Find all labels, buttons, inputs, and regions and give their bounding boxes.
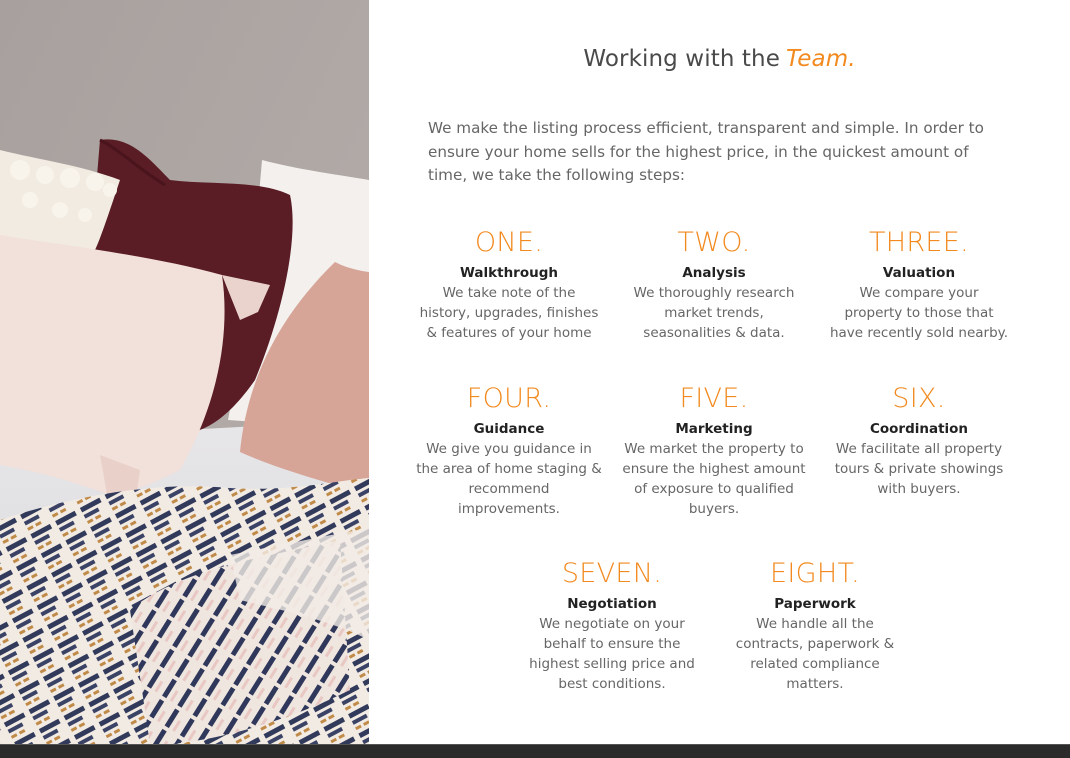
step-description: We handle all the contracts, paperwork &… (715, 614, 915, 694)
title-main: Working with the (583, 46, 780, 72)
step-name: Marketing (675, 421, 753, 437)
desc-line: with buyers. (877, 481, 961, 497)
desc-line: market trends, (664, 305, 764, 321)
desc-line: tours & private showings (834, 461, 1004, 477)
step-five: FIVE. Marketing We market the property t… (614, 383, 814, 519)
step-number: FIVE. (679, 383, 749, 414)
desc-line: have recently sold nearby. (829, 325, 1009, 341)
step-description: We facilitate all property tours & priva… (819, 439, 1019, 499)
intro-paragraph: We make the listing process efficient, t… (428, 119, 984, 184)
step-six: SIX. Coordination We facilitate all prop… (819, 383, 1019, 499)
step-number: SIX. (892, 383, 946, 414)
desc-line: We facilitate all property (835, 441, 1003, 457)
bottom-bar (0, 744, 1070, 758)
pillows-illustration (0, 0, 369, 744)
step-description: We give you guidance in the area of home… (409, 439, 609, 519)
desc-line: matters. (786, 676, 844, 692)
desc-line: contracts, paperwork & (735, 636, 895, 652)
desc-line: property to those that (844, 305, 994, 321)
desc-line: history, upgrades, finishes (419, 305, 599, 321)
step-name: Valuation (882, 265, 956, 281)
desc-line: ensure the highest amount (622, 461, 806, 477)
desc-line: We negotiate on your (539, 616, 685, 632)
desc-line: seasonalities & data. (643, 325, 785, 341)
desc-line: We handle all the (756, 616, 874, 632)
desc-line: improvements. (458, 501, 560, 517)
step-number: THREE. (868, 227, 970, 258)
desc-line: We compare your (859, 285, 979, 301)
desc-line: We thoroughly research (633, 285, 795, 301)
step-number: FOUR. (466, 383, 552, 414)
step-description: We negotiate on your behalf to ensure th… (512, 614, 712, 694)
step-one: ONE. Walkthrough We take note of the his… (409, 227, 609, 343)
step-name: Walkthrough (459, 265, 558, 281)
desc-line: highest selling price and (529, 656, 695, 672)
step-name: Paperwork (774, 596, 856, 612)
desc-line: behalf to ensure the (543, 636, 681, 652)
step-number: SEVEN. (561, 558, 663, 589)
step-two: TWO. Analysis We thoroughly research mar… (614, 227, 814, 343)
step-number: ONE. (474, 227, 544, 258)
step-eight: EIGHT. Paperwork We handle all the contr… (715, 558, 915, 694)
desc-line: We market the property to (624, 441, 804, 457)
step-seven: SEVEN. Negotiation We negotiate on your … (512, 558, 712, 694)
step-description: We thoroughly research market trends, se… (614, 283, 814, 343)
step-number: EIGHT. (770, 558, 860, 589)
title-accent: Team. (785, 46, 856, 72)
step-number: TWO. (677, 227, 751, 258)
desc-line: recommend (468, 481, 550, 497)
step-three: THREE. Valuation We compare your propert… (819, 227, 1019, 343)
step-description: We take note of the history, upgrades, f… (409, 283, 609, 343)
desc-line: We give you guidance in (426, 441, 592, 457)
step-name: Guidance (473, 421, 545, 437)
page-title: Working with the Team. (369, 46, 1070, 72)
desc-line: related compliance (750, 656, 880, 672)
content-panel: Working with the Team. We make the listin… (369, 0, 1070, 744)
desc-line: of exposure to qualified (634, 481, 794, 497)
desc-line: buyers. (688, 501, 740, 517)
step-four: FOUR. Guidance We give you guidance in t… (409, 383, 609, 519)
step-name: Analysis (682, 265, 746, 281)
interior-photo (0, 0, 369, 744)
step-name: Coordination (869, 421, 969, 437)
desc-line: best conditions. (558, 676, 666, 692)
desc-line: the area of home staging & (416, 461, 602, 477)
step-name: Negotiation (567, 596, 657, 612)
desc-line: & features of your home (426, 325, 592, 341)
desc-line: We take note of the (442, 285, 576, 301)
step-description: We compare your property to those that h… (819, 283, 1019, 343)
step-description: We market the property to ensure the hig… (614, 439, 814, 519)
